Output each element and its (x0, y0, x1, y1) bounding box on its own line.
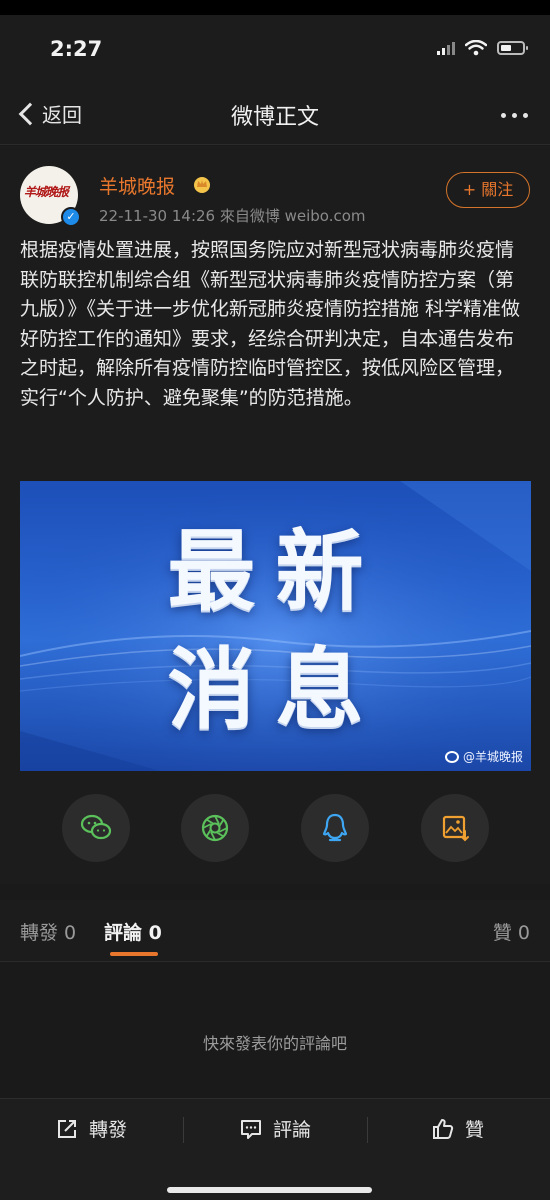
signal-icon (437, 41, 455, 55)
status-icons (437, 40, 528, 56)
watermark-text: @羊城晚报 (462, 750, 523, 764)
divider (183, 1117, 184, 1143)
verified-badge-icon: ✓ (61, 207, 81, 227)
share-row (0, 794, 550, 864)
save-image-button[interactable] (421, 794, 489, 862)
post-text: 根据疫情处置进展，按照国务院应对新型冠状病毒肺炎疫情联防联控机制综合组《新型冠状… (20, 239, 521, 409)
post-card: 羊城晚报 ✓ 羊城晚报 22-11-30 14:26 來自微博 weibo.co… (0, 146, 550, 884)
like-label: 贊 (465, 1119, 485, 1141)
repost-button[interactable]: 轉發 (55, 1115, 127, 1142)
image-watermark: @羊城晚报 (444, 748, 523, 765)
wechat-icon (80, 814, 112, 840)
thumbs-up-icon (433, 1118, 454, 1139)
bottom-action-bar: 轉發 評論 贊 (0, 1098, 550, 1200)
moments-share-button[interactable] (181, 794, 249, 862)
home-indicator[interactable] (167, 1187, 372, 1193)
tab-likes[interactable]: 贊 0 (493, 918, 530, 945)
author-name[interactable]: 羊城晚报 (99, 172, 175, 199)
comment-label: 評論 (273, 1119, 312, 1141)
tab-reposts[interactable]: 轉發 0 (20, 918, 76, 945)
status-time: 2:27 (50, 37, 103, 61)
moments-icon (201, 814, 229, 842)
post-image[interactable]: 最新 消息 @羊城晚报 (20, 481, 531, 771)
wechat-share-button[interactable] (62, 794, 130, 862)
comment-icon (241, 1119, 261, 1139)
tab-comments[interactable]: 評論 0 (104, 918, 162, 945)
top-edge (0, 0, 550, 15)
repost-icon (58, 1119, 76, 1138)
nav-bar: 返回 微博正文 (0, 85, 550, 145)
qq-share-button[interactable] (301, 794, 369, 862)
comment-button[interactable]: 評論 (239, 1115, 311, 1142)
avatar-logo-text: 羊城晚报 (24, 185, 69, 199)
weibo-logo-icon (444, 750, 459, 763)
avatar[interactable]: 羊城晚报 ✓ (20, 166, 81, 227)
save-image-icon (442, 815, 469, 842)
divider (367, 1117, 368, 1143)
image-headline-line1: 最新 (167, 520, 384, 623)
like-button[interactable]: 贊 (431, 1115, 484, 1142)
image-headline-line2: 消息 (167, 638, 384, 741)
battery-icon (497, 41, 528, 55)
status-bar: 2:27 (0, 15, 550, 85)
interaction-tabs: 轉發 0 評論 0 贊 0 (0, 900, 550, 962)
qq-icon (322, 813, 348, 842)
active-tab-indicator (110, 952, 158, 956)
more-options-icon[interactable] (501, 113, 528, 118)
crown-badge-icon (194, 177, 210, 193)
follow-button[interactable]: + 關注 (446, 172, 530, 208)
repost-label: 轉發 (89, 1119, 128, 1141)
wifi-icon (465, 40, 487, 56)
page-title: 微博正文 (230, 105, 319, 130)
post-meta: 22-11-30 14:26 來自微博 weibo.com (99, 207, 366, 225)
comments-area: 快來發表你的評論吧 (0, 963, 550, 1098)
empty-comments-message: 快來發表你的評論吧 (202, 1034, 347, 1053)
